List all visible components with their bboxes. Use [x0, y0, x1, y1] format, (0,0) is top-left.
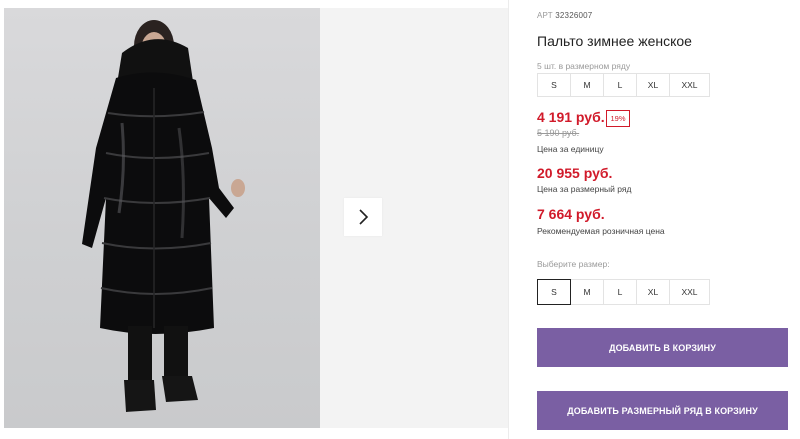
size-option-l[interactable]: L	[603, 279, 637, 305]
retail-price: 7 664 руб.	[537, 206, 605, 222]
size-row-item: XL	[636, 73, 670, 97]
gallery-next-button[interactable]	[344, 198, 382, 236]
select-size-label: Выберите размер:	[537, 259, 610, 269]
size-option-xl[interactable]: XL	[636, 279, 670, 305]
product-title: Пальто зимнее женское	[537, 33, 692, 49]
size-row-item: M	[570, 73, 604, 97]
sku: АРТ 32326007	[537, 11, 593, 20]
sku-value: 32326007	[555, 11, 593, 20]
size-option-m[interactable]: M	[570, 279, 604, 305]
product-info: АРТ 32326007 Пальто зимнее женское 5 шт.…	[537, 0, 800, 439]
divider	[508, 0, 509, 439]
row-price: 20 955 руб.	[537, 165, 613, 181]
chevron-right-icon	[359, 209, 369, 225]
add-row-to-cart-button[interactable]: ДОБАВИТЬ РАЗМЕРНЫЙ РЯД В КОРЗИНУ	[537, 391, 788, 430]
size-row-item: XXL	[669, 73, 710, 97]
row-price-caption: Цена за размерный ряд	[537, 184, 632, 194]
unit-price: 4 191 руб.	[537, 109, 605, 125]
retail-price-caption: Рекомендуемая розничная цена	[537, 226, 665, 236]
product-gallery	[0, 0, 508, 439]
size-row-item: L	[603, 73, 637, 97]
product-photo[interactable]	[4, 8, 320, 428]
size-row: S M L XL XXL	[537, 73, 710, 97]
unit-price-caption: Цена за единицу	[537, 144, 604, 154]
size-row-hint: 5 шт. в размерном ряду	[537, 61, 631, 71]
discount-badge: 19%	[606, 110, 630, 127]
size-option-xxl[interactable]: XXL	[669, 279, 710, 305]
coat-model-illustration	[82, 20, 245, 412]
old-price: 5 190 руб.	[537, 128, 580, 138]
size-option-s[interactable]: S	[537, 279, 571, 305]
size-selector: S M L XL XXL	[537, 279, 710, 305]
size-row-item: S	[537, 73, 571, 97]
add-to-cart-button[interactable]: ДОБАВИТЬ В КОРЗИНУ	[537, 328, 788, 367]
